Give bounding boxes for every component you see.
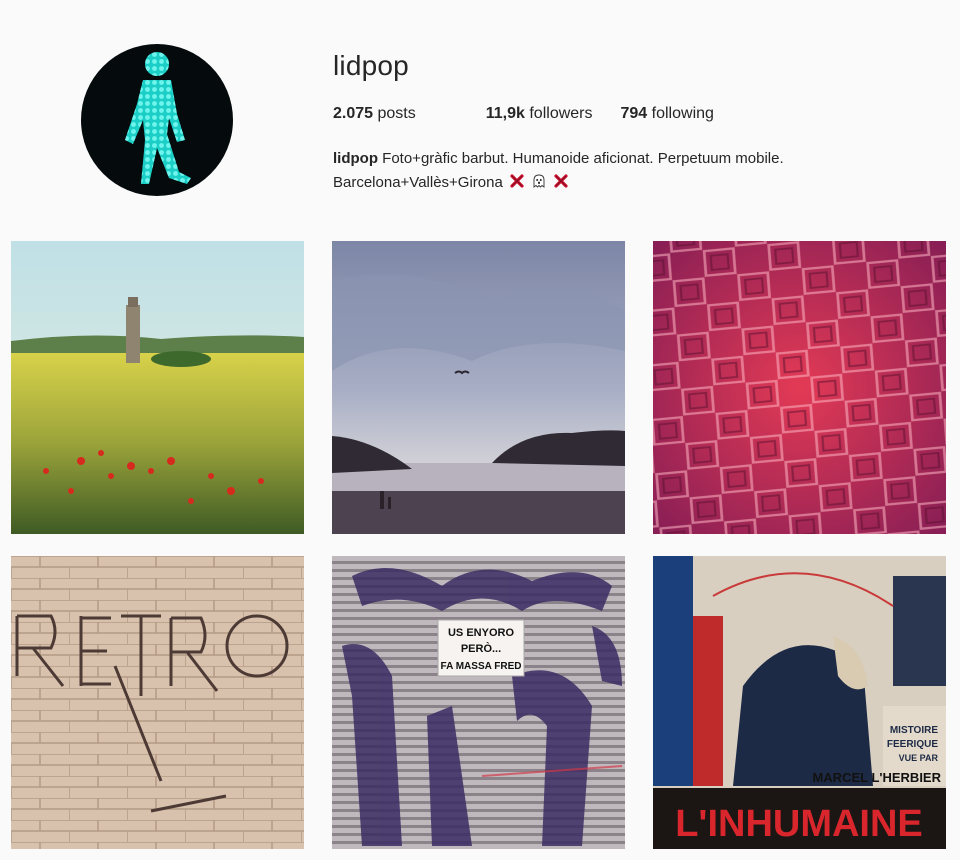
post-image: US ENYORO PERÒ... FA MASSA FRED bbox=[332, 556, 625, 849]
followers-count: 11,9k bbox=[485, 105, 525, 122]
profile-bio: lidpop Foto+gràfic barbut. Humanoide afi… bbox=[333, 147, 853, 195]
poster-text-line: MISTOIRE bbox=[890, 725, 938, 736]
poster-text-line: FEERIQUE bbox=[887, 739, 938, 750]
posts-label: posts bbox=[377, 105, 416, 122]
sign-text-line: PERÒ... bbox=[461, 642, 501, 655]
post-image bbox=[11, 556, 304, 849]
post-tile[interactable] bbox=[11, 241, 304, 534]
poster-text-line: VUE PAR bbox=[899, 753, 939, 763]
sign-text-line: FA MASSA FRED bbox=[441, 661, 522, 672]
post-tile[interactable] bbox=[332, 241, 625, 534]
posts-count: 2.075 bbox=[333, 105, 374, 122]
bio-text-1: Foto+gràfic barbut. Humanoide aficionat.… bbox=[382, 150, 784, 167]
posts-stat: 2.075 posts bbox=[333, 105, 416, 123]
post-tile[interactable]: MISTOIRE FEERIQUE VUE PAR MARCEL L'HERBI… bbox=[653, 556, 946, 849]
post-tile[interactable] bbox=[653, 241, 946, 534]
profile-username: lidpop bbox=[333, 50, 409, 81]
post-image: MISTOIRE FEERIQUE VUE PAR MARCEL L'HERBI… bbox=[653, 556, 946, 849]
bio-line-1: lidpop Foto+gràfic barbut. Humanoide afi… bbox=[333, 147, 853, 171]
cross-mark-icon bbox=[554, 174, 568, 188]
post-tile[interactable] bbox=[11, 556, 304, 849]
poster-title: L'INHUMAINE bbox=[675, 803, 923, 845]
post-tile[interactable]: US ENYORO PERÒ... FA MASSA FRED bbox=[332, 556, 625, 849]
sign-text-line: US ENYORO bbox=[448, 627, 514, 639]
post-image bbox=[653, 241, 946, 534]
following-label: following bbox=[651, 105, 714, 122]
bio-line-2: Barcelona+Vallès+Girona bbox=[333, 171, 853, 195]
following-count: 794 bbox=[620, 105, 648, 122]
cross-mark-icon bbox=[510, 174, 524, 188]
followers-label: followers bbox=[529, 105, 593, 122]
bio-text-2: Barcelona+Vallès+Girona bbox=[333, 174, 503, 191]
following-stat[interactable]: 794 following bbox=[621, 105, 714, 123]
followers-stat[interactable]: 11,9k followers bbox=[486, 105, 593, 123]
profile-stats: 2.075 posts 11,9k followers 794 followin… bbox=[333, 105, 754, 123]
profile-avatar[interactable] bbox=[81, 44, 233, 196]
ghost-icon bbox=[533, 174, 545, 188]
walking-man-icon bbox=[125, 52, 191, 184]
post-image bbox=[332, 241, 625, 534]
poster-text-line: MARCEL L'HERBIER bbox=[812, 770, 941, 785]
post-image bbox=[11, 241, 304, 534]
bio-name: lidpop bbox=[333, 150, 378, 167]
